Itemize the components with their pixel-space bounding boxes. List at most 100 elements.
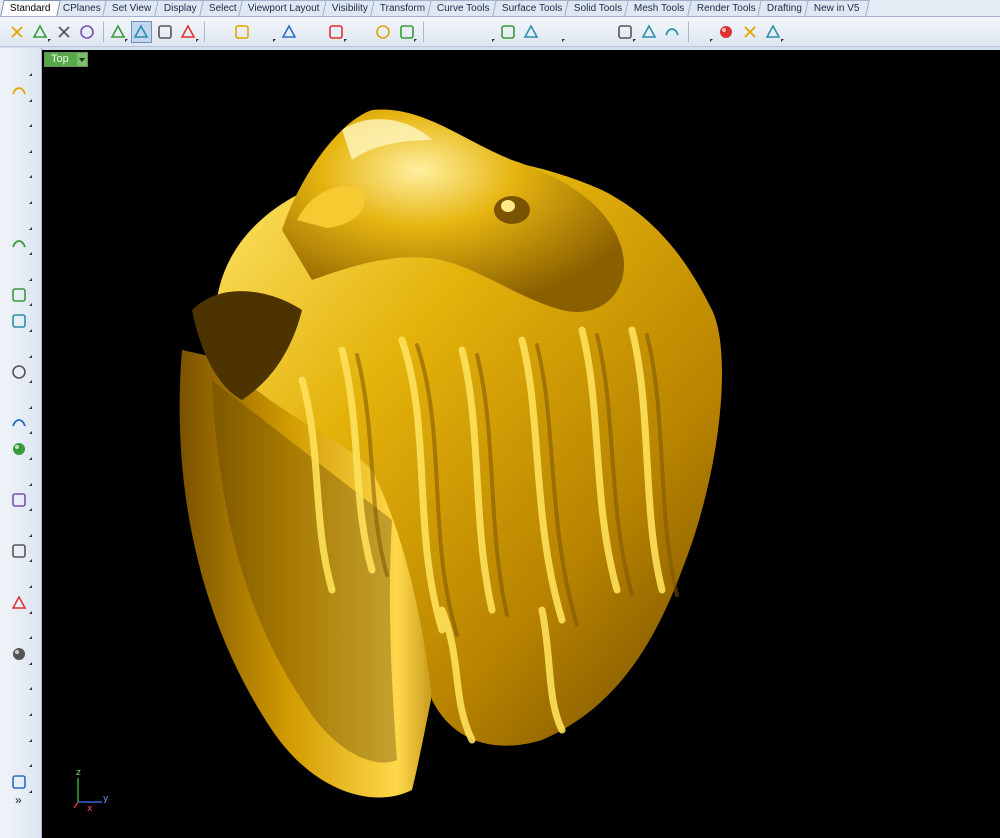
standard-toolbar: undefinedundefinedundefinedundefinedunde… [0, 17, 1000, 47]
viewport-menu-arrow-icon[interactable] [76, 53, 87, 66]
new-document-icon[interactable] [6, 21, 27, 43]
toolbar-separator [688, 21, 689, 42]
set-point-icon[interactable]: undefined [450, 21, 471, 43]
tab-label: Surface Tools [501, 3, 562, 14]
extrude-icon[interactable] [8, 412, 32, 435]
zoom-extents-icon[interactable] [326, 21, 347, 43]
snap-points-icon[interactable] [497, 21, 518, 43]
tab-set-view[interactable]: Set View [102, 0, 162, 16]
shade-icon[interactable]: undefined [568, 21, 589, 43]
tab-transform[interactable]: Transform [370, 0, 435, 16]
tab-label: Standard [9, 3, 51, 14]
viewport-title-label: Top [45, 53, 77, 66]
zoom-selected-icon[interactable]: undefined [349, 21, 370, 43]
split-icon[interactable]: undefined [8, 515, 32, 537]
blue-sphere-icon[interactable] [662, 21, 683, 43]
tab-label: Set View [112, 3, 152, 14]
viewport-top[interactable]: Top z x y [42, 50, 1000, 838]
dimension-icon[interactable]: undefined [8, 566, 32, 588]
transform-point-icon[interactable]: undefined [8, 617, 32, 640]
point-icon[interactable] [8, 80, 32, 102]
car-object-icon[interactable]: undefined [427, 21, 448, 43]
tab-solid-tools[interactable]: Solid Tools [564, 0, 632, 16]
analyze-icon[interactable]: undefined [8, 745, 32, 768]
polygon-icon[interactable]: undefined [8, 259, 32, 281]
move-icon[interactable] [8, 540, 32, 563]
align-icon[interactable]: undefined [8, 694, 32, 716]
tab-label: Select [208, 3, 237, 14]
rectangle-icon[interactable] [8, 233, 32, 256]
axis-z-label: z [76, 768, 81, 778]
tab-label: CPlanes [62, 3, 101, 14]
rhino-window: Standard CPlanes Set View Display Select View… [0, 0, 1000, 838]
undo-icon[interactable]: undefined [208, 21, 229, 43]
rendered-sphere-icon[interactable] [638, 21, 659, 43]
tab-visibility[interactable]: Visibility [322, 0, 378, 16]
cut-icon[interactable] [130, 20, 152, 43]
gold-lion-ring-model [179, 109, 722, 798]
more-tools-button[interactable]: » [15, 793, 22, 807]
tab-label: Display [163, 3, 197, 14]
tab-new-in-v5[interactable]: New in V5 [804, 0, 870, 16]
paste-icon[interactable] [178, 21, 199, 43]
mesh-plane-icon[interactable] [8, 438, 32, 460]
options-gear-icon[interactable] [716, 21, 737, 43]
tab-curve-tools[interactable]: Curve Tools [427, 0, 500, 16]
light-spot-icon[interactable]: undefined [692, 21, 713, 43]
rotate-view-icon[interactable]: undefined [255, 21, 276, 43]
render-sphere-icon[interactable] [615, 21, 636, 43]
tab-viewport-layout[interactable]: Viewport Layout [238, 0, 330, 16]
render-box-icon[interactable] [8, 771, 32, 793]
curve-control-points-icon[interactable]: undefined [8, 131, 32, 153]
sub-d-icon[interactable] [739, 21, 760, 43]
solid-box-icon[interactable] [8, 361, 32, 384]
pan-hand-icon[interactable] [232, 21, 253, 43]
arc-icon[interactable]: undefined [8, 208, 32, 230]
surface-from-points-icon[interactable] [8, 310, 32, 332]
save-icon[interactable] [53, 21, 74, 43]
toolbar-tab-strip: Standard CPlanes Set View Display Select View… [0, 0, 1000, 17]
revolve-icon[interactable]: undefined [8, 336, 32, 358]
light-bulb-icon[interactable] [521, 21, 542, 43]
import-icon[interactable] [107, 21, 128, 43]
tab-label: Render Tools [696, 3, 756, 14]
four-viewports-icon[interactable] [396, 21, 417, 43]
circle-icon[interactable]: undefined [474, 21, 495, 43]
boolean-union-icon[interactable]: undefined [8, 387, 32, 409]
group-icon[interactable] [8, 592, 32, 614]
copy-icon[interactable] [154, 21, 175, 43]
array-icon[interactable]: undefined [8, 720, 32, 742]
zoom-window-icon[interactable]: undefined [302, 21, 323, 43]
tab-surface-tools[interactable]: Surface Tools [491, 0, 572, 16]
color-wheel-icon[interactable]: undefined [591, 21, 612, 43]
lock-icon[interactable]: undefined [544, 21, 565, 43]
tab-mesh-tools[interactable]: Mesh Tools [624, 0, 695, 16]
rotate-icon[interactable] [8, 643, 32, 665]
select-arrow-icon[interactable]: undefined [8, 54, 32, 76]
circle-icon[interactable]: undefined [8, 156, 32, 179]
zoom-all-icon[interactable] [373, 21, 394, 43]
open-folder-icon[interactable] [30, 21, 51, 43]
tab-cplanes[interactable]: CPlanes [52, 0, 111, 16]
text-icon[interactable]: undefined [8, 668, 32, 691]
print-icon[interactable] [77, 21, 98, 43]
axis-x-label: x [87, 804, 93, 814]
help-icon[interactable] [763, 21, 784, 43]
ellipse-icon[interactable]: undefined [8, 182, 32, 204]
toolbar-separator [422, 21, 424, 42]
tab-label: Visibility [331, 3, 368, 14]
tab-display[interactable]: Display [154, 0, 207, 16]
zoom-icon[interactable] [279, 21, 300, 43]
tab-label: Curve Tools [436, 3, 490, 14]
tab-label: Viewport Layout [248, 3, 320, 14]
tab-label: Mesh Tools [634, 3, 685, 14]
tab-standard[interactable]: Standard [0, 0, 61, 16]
polyline-icon[interactable]: undefined [8, 105, 32, 128]
fillet-curve-icon[interactable] [8, 284, 32, 307]
world-axis-widget: z x y [70, 768, 120, 818]
trim-icon[interactable] [8, 489, 32, 512]
tab-label: Drafting [767, 3, 803, 14]
viewport-title-tab[interactable]: Top [44, 52, 88, 67]
explode-icon[interactable]: undefined [8, 464, 32, 486]
tab-render-tools[interactable]: Render Tools [686, 0, 766, 16]
